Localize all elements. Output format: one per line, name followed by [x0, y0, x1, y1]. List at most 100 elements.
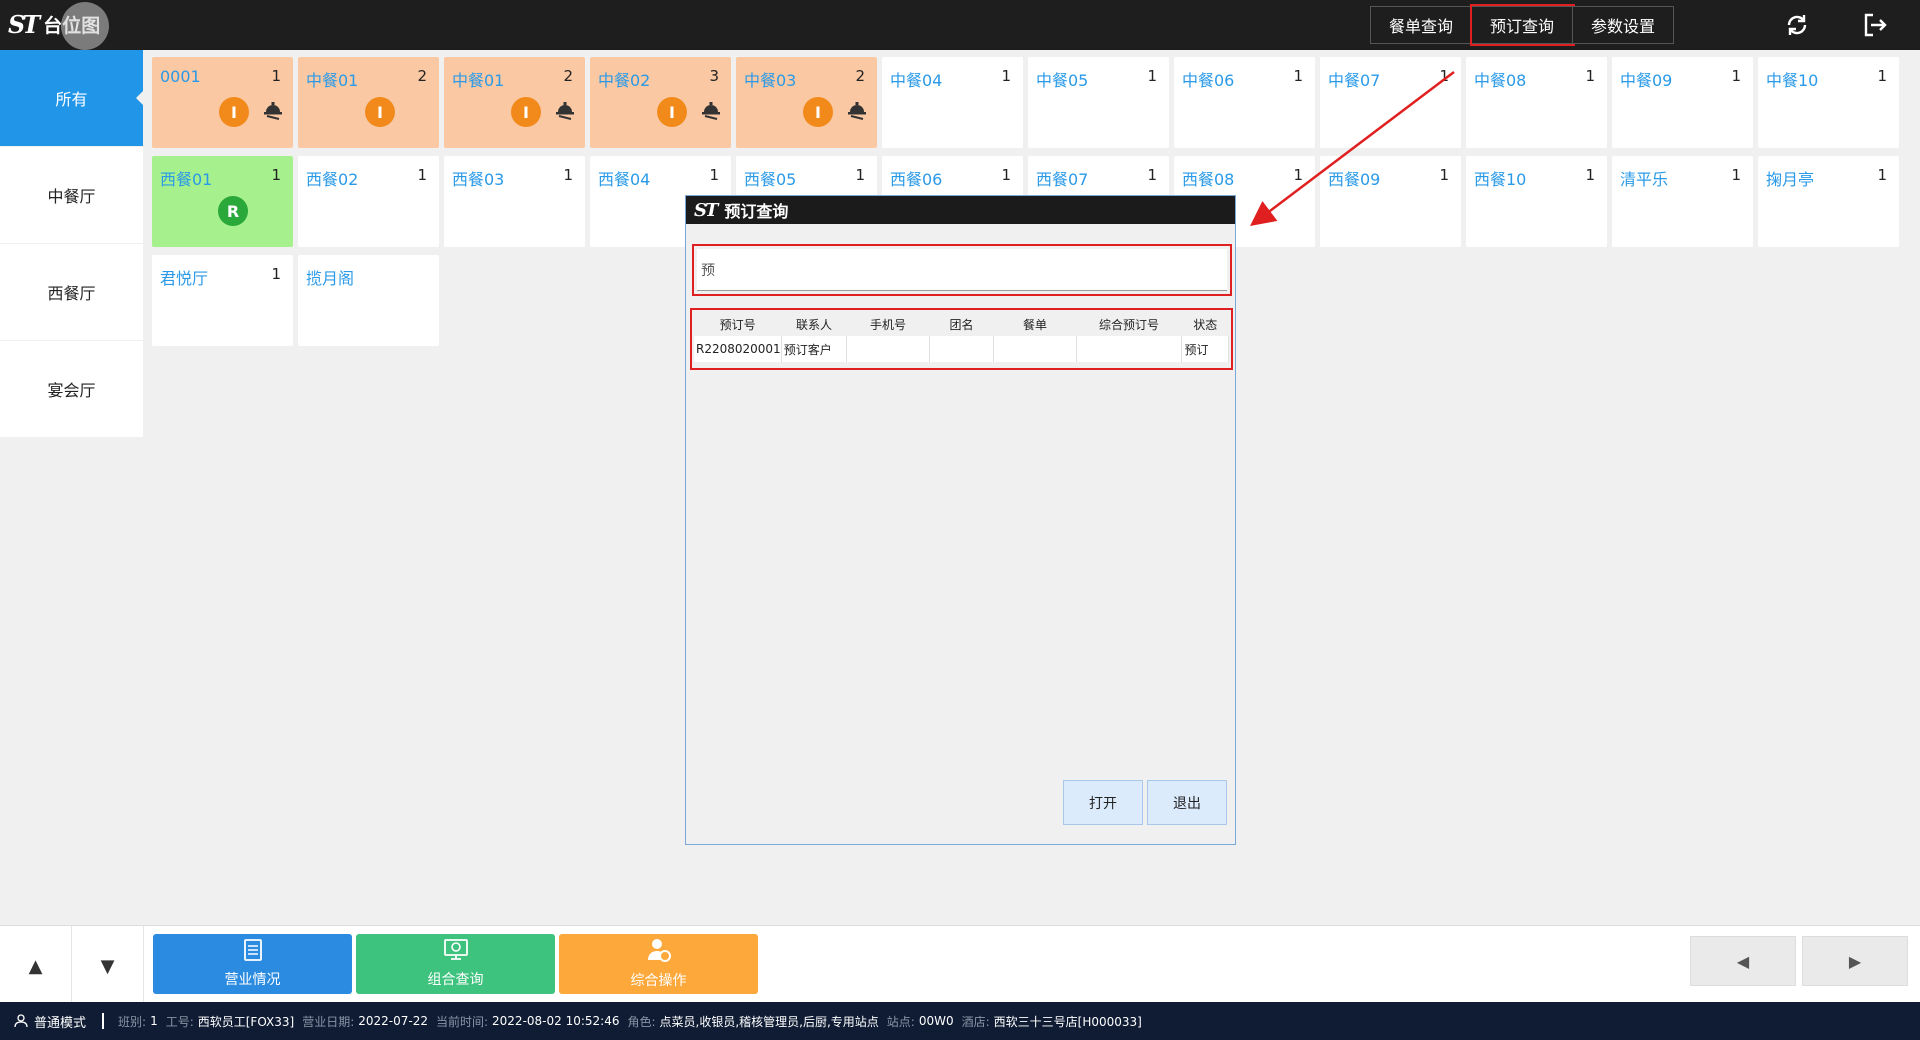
search-input-frame — [692, 244, 1232, 296]
table-tile[interactable]: 西餐01 1 R — [152, 156, 293, 247]
settings-button[interactable]: 参数设置 — [1573, 6, 1675, 44]
sidebar-item-western-restaurant[interactable]: 西餐厅 — [0, 244, 143, 340]
status-divider — [102, 1013, 105, 1029]
business-status-button[interactable]: 营业情况 — [153, 934, 352, 994]
table-tile[interactable]: 中餐09 1 — [1612, 57, 1753, 148]
column-header-mobile[interactable]: 手机号 — [847, 312, 929, 336]
table-seat-count: 1 — [1877, 166, 1887, 184]
column-header-contact[interactable]: 联系人 — [781, 312, 847, 336]
table-tile[interactable]: 中餐10 1 — [1758, 57, 1899, 148]
table-seat-count: 2 — [855, 67, 865, 85]
shift-value: 1 — [150, 1014, 158, 1028]
site-label: 站点: — [886, 1014, 915, 1029]
table-seat-count: 1 — [1147, 67, 1157, 85]
cell-contact: 预订客户 — [781, 336, 848, 362]
service-bell-icon — [556, 102, 574, 120]
table-tile[interactable]: 西餐10 1 — [1466, 156, 1607, 247]
logout-icon[interactable] — [1862, 12, 1888, 38]
refresh-icon[interactable] — [1784, 12, 1810, 38]
top-bar: ST 台位图 餐单查询 预订查询 参数设置 — [0, 0, 1920, 50]
table-tile[interactable]: 中餐08 1 — [1466, 57, 1607, 148]
table-seat-count: 1 — [271, 265, 281, 283]
table-tile[interactable]: 中餐06 1 — [1174, 57, 1315, 148]
table-seat-count: 1 — [1147, 166, 1157, 184]
table-tile[interactable]: 揽月阁 — [298, 255, 439, 346]
column-header-reservation-no[interactable]: 预订号 — [694, 312, 781, 336]
table-name: 西餐10 — [1474, 170, 1527, 189]
current-time-value: 2022-08-02 10:52:46 — [492, 1014, 620, 1028]
reservation-results-table: 预订号 联系人 手机号 团名 餐单 综合预订号 状态 R2208020001 预… — [690, 308, 1233, 370]
table-tile[interactable]: 0001 1 I — [152, 57, 293, 148]
page-prev-button[interactable]: ◀ — [1690, 936, 1796, 986]
triangle-up-icon: ▲ — [28, 955, 43, 977]
table-name: 中餐05 — [1036, 71, 1089, 90]
table-tile[interactable]: 掬月亭 1 — [1758, 156, 1899, 247]
table-tile[interactable]: 西餐09 1 — [1320, 156, 1461, 247]
dialog-title-bar: ST 预订查询 — [686, 196, 1235, 224]
column-header-menu[interactable]: 餐单 — [994, 312, 1076, 336]
combined-query-label: 组合查询 — [427, 972, 484, 988]
sidebar-item-all[interactable]: 所有 — [0, 50, 144, 146]
sidebar-item-chinese-restaurant[interactable]: 中餐厅 — [0, 147, 143, 243]
table-name: 中餐03 — [744, 71, 797, 90]
role-label: 角色: — [627, 1014, 656, 1029]
page-next-button[interactable]: ▶ — [1802, 936, 1908, 986]
combined-query-button[interactable]: 组合查询 — [356, 934, 555, 994]
table-seat-count: 1 — [1731, 67, 1741, 85]
table-tile[interactable]: 中餐02 3 I — [590, 57, 731, 148]
table-name: 西餐08 — [1182, 170, 1235, 189]
table-name: 西餐01 — [160, 170, 213, 189]
table-name: 0001 — [160, 67, 201, 86]
business-date-label: 营业日期: — [302, 1014, 355, 1029]
table-name: 中餐07 — [1328, 71, 1381, 90]
column-header-combined-reservation-no[interactable]: 综合预订号 — [1076, 312, 1182, 336]
table-tile[interactable]: 西餐02 1 — [298, 156, 439, 247]
cell-reservation-no: R2208020001 — [694, 336, 782, 362]
table-tile[interactable]: 西餐03 1 — [444, 156, 585, 247]
table-tile[interactable]: 中餐05 1 — [1028, 57, 1169, 148]
table-seat-count: 1 — [1585, 67, 1595, 85]
table-seat-count: 2 — [417, 67, 427, 85]
table-seat-count: 1 — [1001, 67, 1011, 85]
area-sidebar: 所有 中餐厅 西餐厅 宴会厅 — [0, 50, 144, 438]
status-bar: 普通模式 班别: 1 工号: 西软员工[FOX33] 营业日期: 2022-07-22… — [0, 1002, 1920, 1040]
cursor-highlight — [61, 2, 109, 50]
service-bell-icon — [264, 102, 282, 120]
scroll-down-button[interactable]: ▼ — [72, 926, 144, 1006]
table-row[interactable]: R2208020001 预订客户 预订 — [694, 336, 1229, 362]
general-operation-button[interactable]: 综合操作 — [559, 934, 758, 994]
table-tile[interactable]: 清平乐 1 — [1612, 156, 1753, 247]
column-header-group-name[interactable]: 团名 — [929, 312, 994, 336]
table-seat-count: 1 — [855, 166, 865, 184]
service-bell-icon — [702, 102, 720, 120]
table-name: 西餐09 — [1328, 170, 1381, 189]
cell-mobile — [846, 336, 930, 362]
table-tile[interactable]: 君悦厅 1 — [152, 255, 293, 346]
table-tile[interactable]: 中餐04 1 — [882, 57, 1023, 148]
reservation-search-input[interactable] — [697, 249, 1227, 291]
sidebar-item-banquet-hall[interactable]: 宴会厅 — [0, 341, 143, 437]
table-seat-count: 1 — [271, 67, 281, 85]
reservation-query-button[interactable]: 预订查询 — [1470, 4, 1576, 46]
report-icon — [243, 939, 263, 965]
triangle-right-icon: ▶ — [1848, 951, 1862, 971]
hotel-value: 西软三十三号店[H000033] — [993, 1014, 1142, 1029]
reservation-query-dialog: ST 预订查询 预订号 联系人 手机号 团名 餐单 综合预订号 状态 — [685, 195, 1236, 845]
exit-button[interactable]: 退出 — [1147, 780, 1227, 825]
table-seat-count: 1 — [1293, 166, 1303, 184]
scroll-up-button[interactable]: ▲ — [0, 926, 72, 1006]
table-seat-count: 1 — [1001, 166, 1011, 184]
table-name: 中餐02 — [598, 71, 651, 90]
logo-mark: ST — [8, 10, 40, 39]
open-button[interactable]: 打开 — [1063, 780, 1143, 825]
cell-combined-reservation-no — [1076, 336, 1183, 362]
table-tile[interactable]: 中餐01 2 I — [444, 57, 585, 148]
current-time-label: 当前时间: — [435, 1014, 489, 1029]
table-tile[interactable]: 中餐03 2 I — [736, 57, 877, 148]
menu-query-button[interactable]: 餐单查询 — [1370, 6, 1473, 44]
table-name: 中餐01 — [306, 71, 359, 90]
table-seat-count: 1 — [1439, 67, 1449, 85]
table-tile[interactable]: 中餐01 2 I — [298, 57, 439, 148]
table-tile[interactable]: 中餐07 1 — [1320, 57, 1461, 148]
column-header-status[interactable]: 状态 — [1182, 312, 1229, 336]
